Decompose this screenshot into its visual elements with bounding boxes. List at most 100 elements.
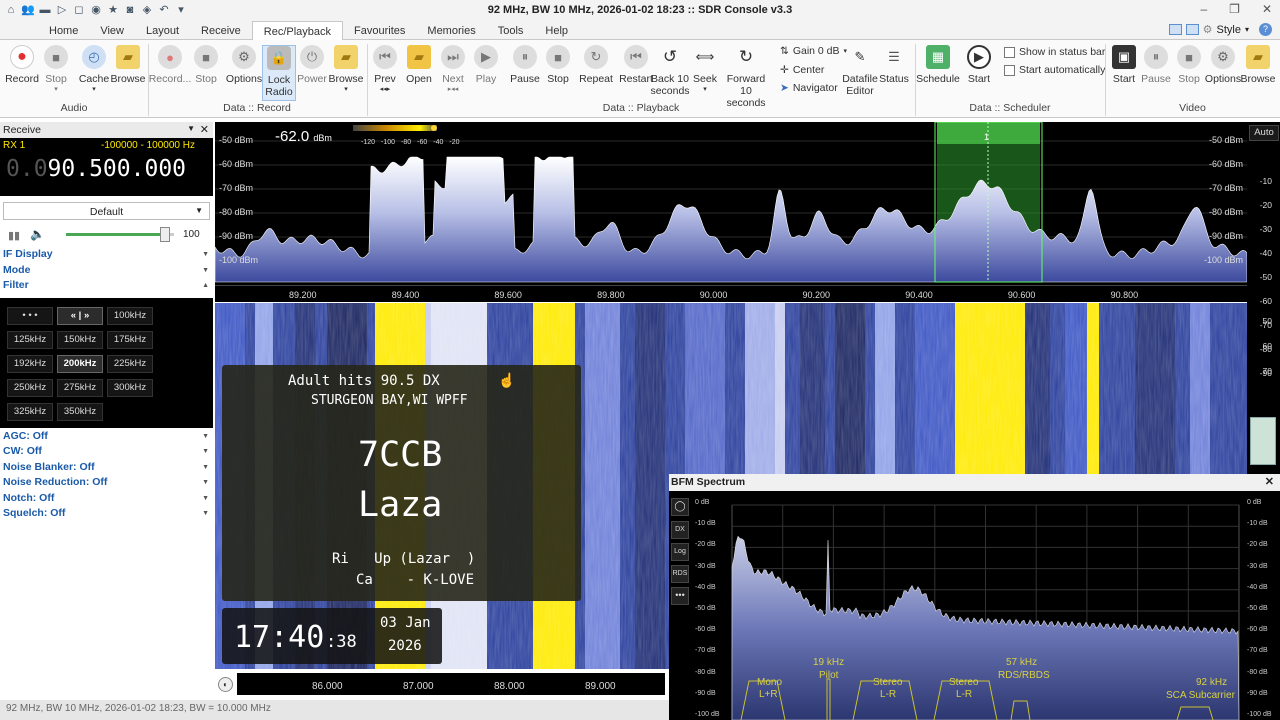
spectrum-db-label-left: -80 dBm [219,207,254,217]
filter-button[interactable]: 275kHz [57,378,103,397]
spectrum-db-label-right: -100 dBm [1203,255,1243,265]
panel-menu-icon[interactable]: ▼ [187,124,195,133]
level-scroll[interactable] [1250,417,1276,465]
receive-option[interactable]: CW: Off ▼ [0,445,213,461]
gain-dropdown[interactable]: ⇅ Gain 0 dB ▾ [780,45,847,57]
settings-icon[interactable]: ⚙ [1203,23,1213,36]
frequency-tick-label: 90.000 [699,290,728,300]
lock-radio-button[interactable]: 🔒 Lock Radio [262,45,296,101]
auto-button[interactable]: Auto [1249,125,1279,141]
rx-display[interactable]: RX 1 -100000 - 100000 Hz 0.090.500.000 [0,138,213,196]
audio-browse-button[interactable]: ▰ Browse [108,45,148,85]
waterfall-settings-button[interactable]: ◐ [218,677,233,692]
close-button[interactable]: ✕ [1262,2,1272,16]
vfo-marker[interactable]: 1 [984,132,989,142]
speaker-icon[interactable]: 🔈 [30,227,45,241]
navigator-button[interactable]: ➤ Navigator [780,82,838,94]
ribbon-tab-home[interactable]: Home [38,21,89,40]
minimize-button[interactable]: – [1200,2,1207,16]
receive-option[interactable]: Notch: Off ▼ [0,492,213,508]
frequency-tick-label: 90.400 [905,290,933,300]
frequency-display[interactable]: 0.090.500.000 [6,156,186,182]
waterfall-axis[interactable]: 86.000 87.000 88.000 89.000 [237,673,665,695]
panel-close-icon[interactable]: ✕ [200,123,209,136]
ribbon-tab-memories[interactable]: Memories [416,21,486,40]
volume-slider[interactable] [66,233,174,236]
layout-icon[interactable] [1168,24,1182,35]
bfm-db-label-right: -40 dB [1247,583,1268,591]
right-scale-label: -10 [1259,176,1272,186]
filter-button[interactable]: 300kHz [107,378,153,397]
bfm-band-label: 57 kHz [1006,657,1038,668]
start-automatically-checkbox[interactable]: Start automatically [1004,64,1105,76]
forward-10-button[interactable]: ↻ Forward 10 seconds [720,45,772,109]
filter-button[interactable]: 192kHz [7,354,53,373]
filter-button[interactable]: • • • [7,306,53,325]
schedule-button[interactable]: ▦ Schedule [916,45,960,85]
receive-option[interactable]: AGC: Off ▼ [0,430,213,446]
filter-button[interactable]: 350kHz [57,402,103,421]
layout2-icon[interactable] [1185,24,1199,35]
filter-button[interactable]: 325kHz [7,402,53,421]
ribbon-tab-layout[interactable]: Layout [135,21,190,40]
receive-option[interactable]: Noise Blanker: Off ▼ [0,461,213,477]
filter-button[interactable]: « | » [57,306,103,325]
ribbon-tab-favourites[interactable]: Favourites [343,21,416,40]
show-in-status-bar-checkbox[interactable]: Show in status bar [1004,46,1105,58]
filter-button[interactable]: 200kHz [57,354,103,373]
scheduler-start-button[interactable]: ▶ Start [959,45,999,85]
play-button[interactable]: ▶ Play [466,45,506,85]
status-button[interactable]: ☰ Status [874,45,914,85]
center-button[interactable]: ✛ Center [780,64,824,76]
filter-button[interactable]: 150kHz [57,330,103,349]
frequency-tick-label: 90.200 [802,290,831,300]
preset-select[interactable]: Default ▼ [3,202,210,220]
restore-button[interactable]: ❐ [1229,2,1240,16]
audio-stop-button[interactable]: ■ Stop ▾ [36,45,76,93]
status-bar: 92 MHz, BW 10 MHz, 2026-01-02 18:23, BW … [0,700,669,720]
bfm-db-label-right: 0 dB [1247,499,1262,506]
ribbon-tab-help[interactable]: Help [534,21,579,40]
bfm-band-label: 19 kHz [813,657,845,668]
receive-option[interactable]: Squelch: Off ▼ [0,507,213,523]
bfm-db-label-left: -70 dB [695,647,716,655]
mode-section[interactable]: Mode ▼ [0,264,213,280]
meter-tick: -40 [433,139,444,146]
filter-button[interactable]: 125kHz [7,330,53,349]
ribbon-tab-rec-playback[interactable]: Rec/Playback [251,21,344,40]
bfm-db-label-left: -40 dB [695,583,716,591]
spectrum-graph[interactable] [214,121,1248,285]
video-browse-button[interactable]: ▰ Browse [1238,45,1278,85]
ribbon-tab-receive[interactable]: Receive [190,21,252,40]
style-menu[interactable]: Style [1217,24,1241,36]
seek-button[interactable]: ⟺ Seek ▾ [685,45,725,93]
video-options-button[interactable]: ⚙ Options [1203,45,1243,85]
record-browse-button[interactable]: ▰ Browse ▾ [326,45,366,93]
ribbon-tab-view[interactable]: View [89,21,135,40]
frequency-axis[interactable]: 89.200 89.400 89.600 89.800 90.000 90.200 90.4… [215,285,1247,302]
group-data-playback: Data :: Playback [602,102,680,114]
filter-section[interactable]: Filter ▲ [0,279,213,295]
spectrum-db-label-right: -70 dBm [1208,183,1243,193]
volume-slider-handle[interactable] [160,227,171,242]
data-stop-button[interactable]: ■ Stop [186,45,226,85]
filter-button[interactable]: 175kHz [107,330,153,349]
filter-button[interactable]: 225kHz [107,354,153,373]
playback-stop-button[interactable]: ■ Stop [538,45,578,85]
hand-icon[interactable]: ☝ [498,372,515,389]
receive-option[interactable]: Noise Reduction: Off ▼ [0,476,213,492]
level-icon[interactable]: ▮▮ [8,229,20,242]
ribbon-tab-tools[interactable]: Tools [487,21,535,40]
spectrum-display[interactable]: -62.0 dBm -120 -100 -80 -60 -40 -20 1 -50 dBm… [214,121,1248,285]
bfm-db-label-left: -80 dB [695,668,716,676]
repeat-button[interactable]: ↻ Repeat [576,45,616,85]
filter-button[interactable]: 250kHz [7,378,53,397]
group-data-record: Data :: Record [223,102,291,114]
record-options-button[interactable]: ⚙ Options [224,45,264,85]
filter-button[interactable]: 100kHz [107,306,153,325]
bfm-db-label-right: -70 dB [1247,647,1268,655]
bfm-db-label-right: -100 dB [1247,711,1272,718]
bfm-close-icon[interactable]: ✕ [1265,475,1274,488]
if-display-section[interactable]: IF Display ▼ [0,248,213,264]
help-icon[interactable]: ? [1259,23,1272,36]
